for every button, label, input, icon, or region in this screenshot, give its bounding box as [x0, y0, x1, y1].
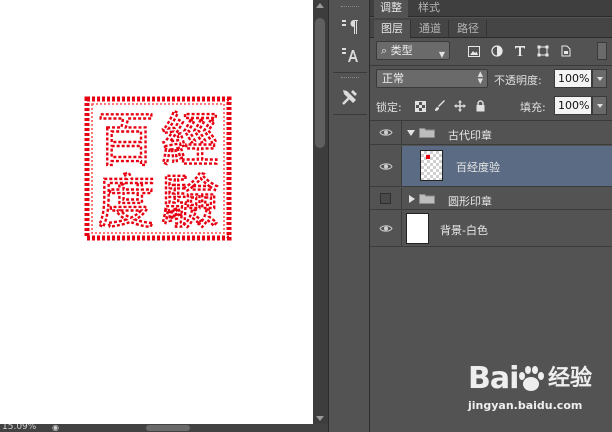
eye-icon	[378, 225, 393, 232]
character-panel-icon[interactable]	[338, 44, 362, 66]
fill-label: 填充:	[520, 101, 546, 114]
horizontal-scrollbar-thumb[interactable]	[146, 425, 190, 431]
dropdown-arrow-icon: ▼	[438, 50, 445, 59]
visibility-off-box	[380, 193, 391, 204]
baidu-jingyan-watermark: Bai 经验 jingyan.baidu.com	[462, 362, 610, 418]
filter-type-label: 类型	[390, 44, 413, 57]
tab-layers[interactable]: 图层	[374, 20, 411, 38]
lock-all-icon[interactable]	[474, 100, 486, 112]
zoom-level[interactable]: 15.09%	[2, 424, 36, 432]
watermark-url: jingyan.baidu.com	[468, 399, 583, 412]
paragraph-panel-icon[interactable]	[338, 16, 362, 38]
tab-channels[interactable]: 通道	[412, 20, 449, 38]
blend-mode-value: 正常	[382, 72, 404, 85]
lock-image-pixels-icon[interactable]	[434, 100, 446, 112]
paw-logo-icon	[519, 366, 544, 391]
fill-dropdown-button[interactable]	[592, 96, 607, 115]
dock-grip[interactable]	[341, 6, 359, 9]
layer-tab-bar: 图层 通道 路径	[370, 18, 612, 38]
tab-paths[interactable]: 路径	[450, 20, 487, 38]
top-tab-bar: 调整 样式	[370, 0, 612, 17]
layer-name: 圆形印章	[448, 195, 492, 208]
smart-object-filter-icon[interactable]	[558, 43, 574, 59]
eye-icon	[378, 129, 393, 136]
layer-background-white[interactable]: 背景-白色	[370, 211, 612, 247]
fill-input[interactable]: 100%	[554, 96, 592, 115]
stamp-char-2: 經	[161, 106, 219, 174]
tab-adjustments[interactable]: 调整	[374, 0, 408, 17]
visibility-toggle[interactable]	[370, 146, 402, 186]
layer-group-ancient-seal[interactable]: 古代印章	[370, 121, 612, 145]
updown-arrow-icon: ▲ ▼	[477, 70, 483, 85]
search-icon: ⌕	[381, 44, 388, 57]
shape-filter-icon[interactable]	[535, 43, 551, 59]
image-filter-icon[interactable]	[466, 43, 482, 59]
expand-triangle-icon[interactable]	[407, 130, 415, 136]
layer-group-round-seal[interactable]: 圆形印章	[370, 188, 612, 210]
layer-name: 背景-白色	[440, 224, 488, 237]
watermark-brand: Bai	[468, 361, 519, 396]
filter-toggle-switch[interactable]	[597, 42, 607, 60]
stamp-char-4: 驗	[161, 168, 219, 236]
canvas-vertical-scrollbar[interactable]	[313, 0, 328, 424]
collapse-triangle-icon[interactable]	[409, 195, 415, 203]
scrollbar-thumb[interactable]	[315, 18, 325, 148]
visibility-toggle[interactable]	[370, 211, 402, 246]
layer-thumbnail	[406, 213, 429, 244]
panel-dock-strip	[328, 0, 370, 432]
layer-seal-text[interactable]: 百经度验	[370, 146, 612, 187]
lock-position-icon[interactable]	[454, 100, 466, 112]
scroll-up-icon[interactable]	[316, 3, 324, 8]
watermark-brand-cn: 经验	[548, 366, 593, 391]
stamp-char-3: 度	[97, 168, 155, 236]
tab-styles[interactable]: 样式	[412, 0, 446, 17]
layer-thumbnail	[420, 150, 443, 181]
visibility-toggle[interactable]	[370, 121, 402, 144]
layer-filter-row: ⌕ 类型 ▼	[370, 39, 612, 65]
filter-type-select[interactable]: ⌕ 类型 ▼	[376, 41, 450, 60]
seal-stamp-image: 百 經 度 驗	[84, 96, 232, 241]
opacity-label: 不透明度:	[494, 74, 542, 87]
blend-mode-select[interactable]: 正常 ▲ ▼	[376, 69, 488, 88]
folder-icon	[419, 128, 435, 138]
lock-transparency-icon[interactable]	[414, 100, 426, 112]
tool-presets-icon[interactable]	[338, 86, 362, 108]
type-filter-icon[interactable]	[512, 43, 528, 59]
lock-row: 锁定: 填充: 100%	[370, 93, 612, 119]
blend-row: 正常 ▲ ▼ 不透明度: 100%	[370, 66, 612, 92]
status-menu-icon[interactable]: ◉	[52, 424, 62, 432]
opacity-input[interactable]: 100%	[554, 69, 592, 88]
status-bar: 15.09% ◉	[0, 424, 328, 432]
eye-icon	[378, 162, 393, 170]
chevron-down-icon	[596, 76, 603, 81]
layer-name: 古代印章	[448, 129, 492, 142]
visibility-toggle[interactable]	[370, 188, 402, 209]
thumbnail-mark	[426, 155, 430, 159]
scroll-down-icon[interactable]	[316, 416, 324, 421]
dock-grip[interactable]	[341, 77, 359, 80]
layer-name: 百经度验	[456, 161, 500, 174]
opacity-dropdown-button[interactable]	[592, 69, 607, 88]
stamp-char-1: 百	[97, 106, 155, 174]
folder-icon	[419, 194, 435, 204]
chevron-down-icon	[596, 103, 603, 108]
document-canvas[interactable]: 百 經 度 驗	[0, 0, 313, 424]
adjustment-filter-icon[interactable]	[489, 43, 505, 59]
lock-label: 锁定:	[376, 101, 402, 114]
